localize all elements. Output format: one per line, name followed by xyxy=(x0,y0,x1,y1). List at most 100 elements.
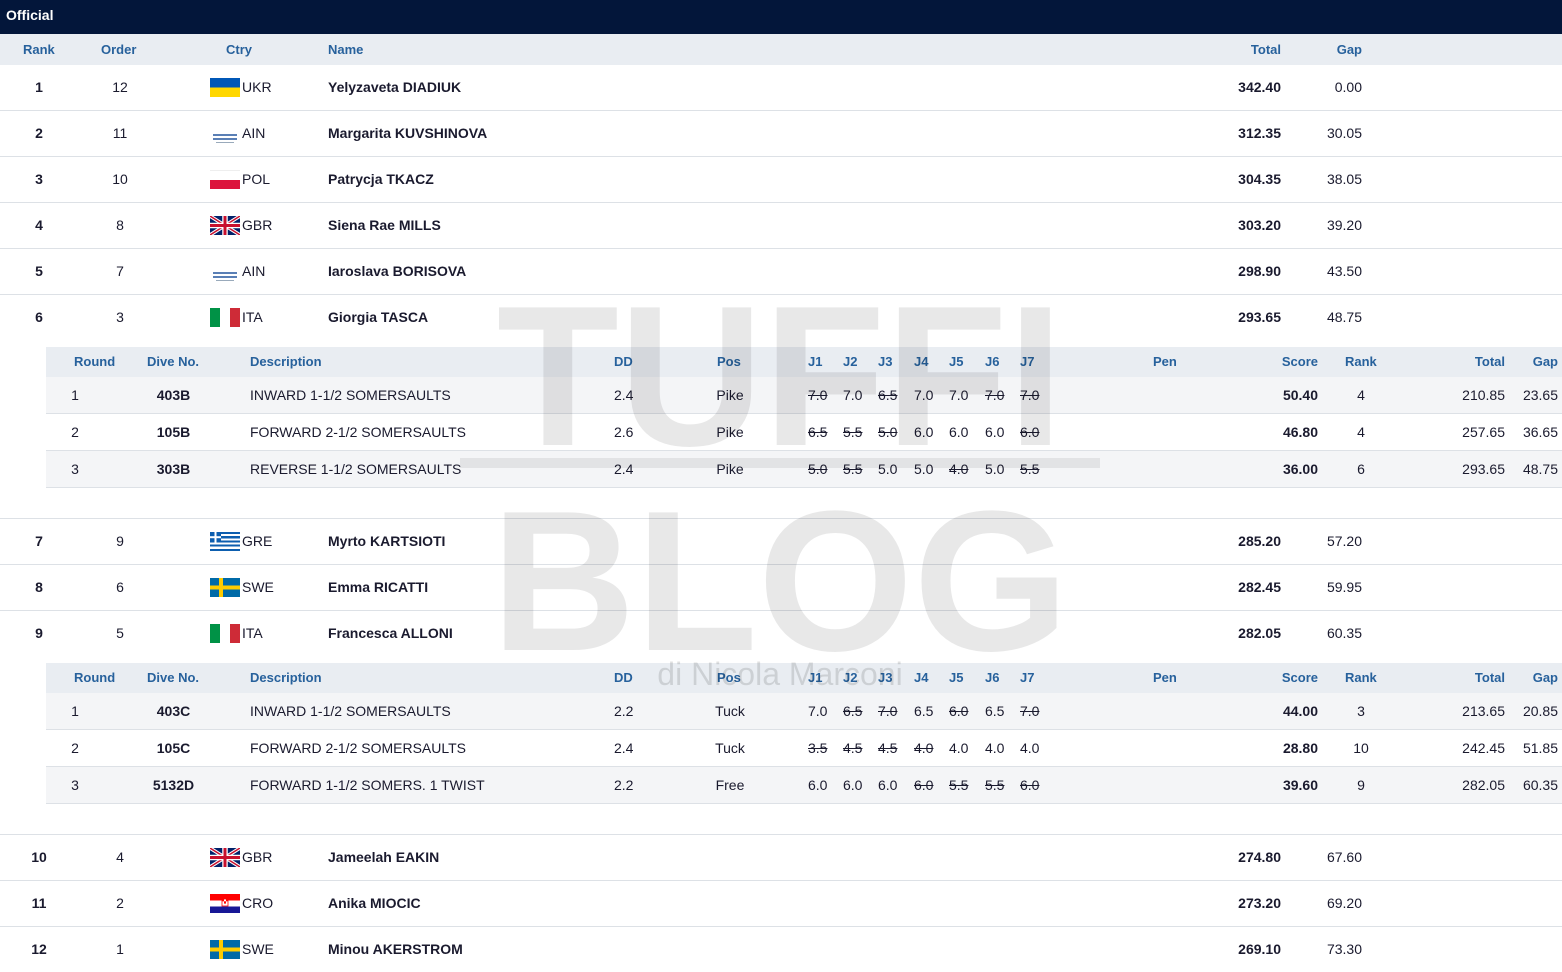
athlete-name[interactable]: Minou AKERSTROM xyxy=(328,941,463,957)
dive-score: 36.00 xyxy=(1282,461,1318,477)
judge-score-j5: 5.5 xyxy=(949,777,969,793)
dive-running-total: 242.45 xyxy=(1462,740,1505,756)
detail-header-j5: J5 xyxy=(949,354,964,369)
athlete-row[interactable]: 10 4 GBR Jameelah EAKIN 274.80 67.60 xyxy=(0,835,1562,881)
detail-header-j7: J7 xyxy=(1020,354,1035,369)
dive-description: FORWARD 1-1/2 SOMERS. 1 TWIST xyxy=(250,777,485,793)
athlete-name[interactable]: Patrycja TKACZ xyxy=(328,171,434,187)
athlete-row[interactable]: 4 8 GBR Siena Rae MILLS 303.20 39.20 xyxy=(0,203,1562,249)
dive-score: 50.40 xyxy=(1282,387,1318,403)
detail-header-dd: DD xyxy=(614,670,633,685)
dive-position: Pike xyxy=(716,387,744,403)
judge-score-j4: 6.5 xyxy=(914,703,934,719)
dive-description: REVERSE 1-1/2 SOMERSAULTS xyxy=(250,461,462,477)
detail-header-pen: Pen xyxy=(1153,354,1177,369)
athlete-country: SWE xyxy=(242,579,274,595)
athlete-order: 11 xyxy=(112,125,128,141)
athlete-country: GBR xyxy=(242,849,273,865)
athlete-total: 312.35 xyxy=(1238,125,1281,141)
judge-score-j5: 4.0 xyxy=(949,461,969,477)
detail-header-j4: J4 xyxy=(914,670,929,685)
flag-gbr-icon xyxy=(210,848,240,867)
detail-header-j2: J2 xyxy=(843,670,858,685)
athlete-row[interactable]: 8 6 SWE Emma RICATTI 282.45 59.95 xyxy=(0,565,1562,611)
athlete-rank: 3 xyxy=(35,171,43,187)
athlete-name[interactable]: Siena Rae MILLS xyxy=(328,217,441,233)
athlete-order: 4 xyxy=(116,849,124,865)
dive-dd: 2.2 xyxy=(614,703,634,719)
athlete-name[interactable]: Myrto KARTSIOTI xyxy=(328,533,445,549)
detail-header-rank: Rank xyxy=(1345,354,1377,369)
judge-score-j3: 5.0 xyxy=(878,424,898,440)
dive-description: FORWARD 2-1/2 SOMERSAULTS xyxy=(250,424,467,440)
athlete-gap: 30.05 xyxy=(1326,125,1362,141)
athlete-name[interactable]: Jameelah EAKIN xyxy=(328,849,439,865)
athlete-order: 7 xyxy=(116,263,124,279)
detail-header-j3: J3 xyxy=(878,670,893,685)
athlete-country: GBR xyxy=(242,217,273,233)
dive-position: Pike xyxy=(716,424,744,440)
judge-score-j2: 5.5 xyxy=(843,461,863,477)
dive-dd: 2.4 xyxy=(614,740,634,756)
athlete-total: 269.10 xyxy=(1238,941,1281,957)
athlete-order: 3 xyxy=(116,309,124,325)
athlete-order: 6 xyxy=(116,579,124,595)
detail-header-j1: J1 xyxy=(808,670,823,685)
judge-score-j6: 6.5 xyxy=(985,703,1005,719)
dive-round: 3 xyxy=(71,461,79,477)
judge-score-j3: 4.5 xyxy=(878,740,898,756)
athlete-gap: 69.20 xyxy=(1326,895,1362,911)
athlete-name[interactable]: Giorgia TASCA xyxy=(328,309,428,325)
athlete-name[interactable]: Margarita KUVSHINOVA xyxy=(328,125,487,141)
dive-position: Tuck xyxy=(715,740,745,756)
athlete-name[interactable]: Iaroslava BORISOVA xyxy=(328,263,466,279)
dive-score: 28.80 xyxy=(1282,740,1318,756)
judge-score-j6: 7.0 xyxy=(985,387,1005,403)
dive-description: FORWARD 2-1/2 SOMERSAULTS xyxy=(250,740,467,756)
athlete-row[interactable]: 1 12 UKR Yelyzaveta DIADIUK 342.40 0.00 xyxy=(0,65,1562,111)
athlete-row[interactable]: 7 9 GRE Myrto KARTSIOTI 285.20 57.20 xyxy=(0,519,1562,565)
judge-score-j7: 5.5 xyxy=(1020,461,1040,477)
athlete-row[interactable]: 5 7 AIN Iaroslava BORISOVA 298.90 43.50 xyxy=(0,249,1562,295)
dive-dd: 2.4 xyxy=(614,387,634,403)
detail-header-dive: Dive No. xyxy=(147,670,200,685)
detail-header-round: Round xyxy=(74,354,116,369)
athlete-row[interactable]: 9 5 ITA Francesca ALLONI 282.05 60.35 xyxy=(0,611,1562,657)
detail-header-pos: Pos xyxy=(717,354,741,369)
judge-score-j1: 7.0 xyxy=(808,387,828,403)
athlete-row[interactable]: 12 1 SWE Minou AKERSTROM 269.10 73.30 xyxy=(0,927,1562,972)
header-name: Name xyxy=(328,42,364,57)
athlete-country: UKR xyxy=(242,79,272,95)
athlete-gap: 48.75 xyxy=(1326,309,1362,325)
judge-score-j3: 6.0 xyxy=(878,777,898,793)
detail-header-pos: Pos xyxy=(717,670,741,685)
athlete-row[interactable]: 2 11 AIN Margarita KUVSHINOVA 312.35 30.05 xyxy=(0,111,1562,157)
judge-score-j1: 6.5 xyxy=(808,424,828,440)
dive-dd: 2.2 xyxy=(614,777,634,793)
detail-header-j6: J6 xyxy=(985,354,1000,369)
athlete-rank: 2 xyxy=(35,125,43,141)
athlete-total: 293.65 xyxy=(1238,309,1281,325)
flag-ita-icon xyxy=(210,308,240,327)
athlete-name[interactable]: Francesca ALLONI xyxy=(328,625,453,641)
judge-score-j5: 7.0 xyxy=(949,387,969,403)
dive-running-total: 213.65 xyxy=(1462,703,1505,719)
flag-gre-icon xyxy=(210,532,240,551)
detail-header-j7: J7 xyxy=(1020,670,1035,685)
dive-running-total: 210.85 xyxy=(1462,387,1505,403)
dive-running-total: 282.05 xyxy=(1462,777,1505,793)
athlete-name[interactable]: Emma RICATTI xyxy=(328,579,428,595)
detail-header-j1: J1 xyxy=(808,354,823,369)
judge-score-j1: 7.0 xyxy=(808,703,828,719)
athlete-name[interactable]: Yelyzaveta DIADIUK xyxy=(328,79,461,95)
athlete-row[interactable]: 6 3 ITA Giorgia TASCA 293.65 48.75 xyxy=(0,295,1562,341)
judge-score-j2: 7.0 xyxy=(843,387,863,403)
dive-detail-alloni: Round Dive No. Description DD Pos J1 J2 J3 J4 J5 J… xyxy=(0,657,1562,835)
athlete-row[interactable]: 3 10 POL Patrycja TKACZ 304.35 38.05 xyxy=(0,157,1562,203)
athlete-row[interactable]: 11 2 CRO Anika MIOCIC 273.20 69.20 xyxy=(0,881,1562,927)
athlete-rank: 1 xyxy=(35,79,43,95)
athlete-name[interactable]: Anika MIOCIC xyxy=(328,895,421,911)
judge-score-j1: 3.5 xyxy=(808,740,828,756)
flag-swe-icon xyxy=(210,940,240,959)
flag-swe-icon xyxy=(210,578,240,597)
